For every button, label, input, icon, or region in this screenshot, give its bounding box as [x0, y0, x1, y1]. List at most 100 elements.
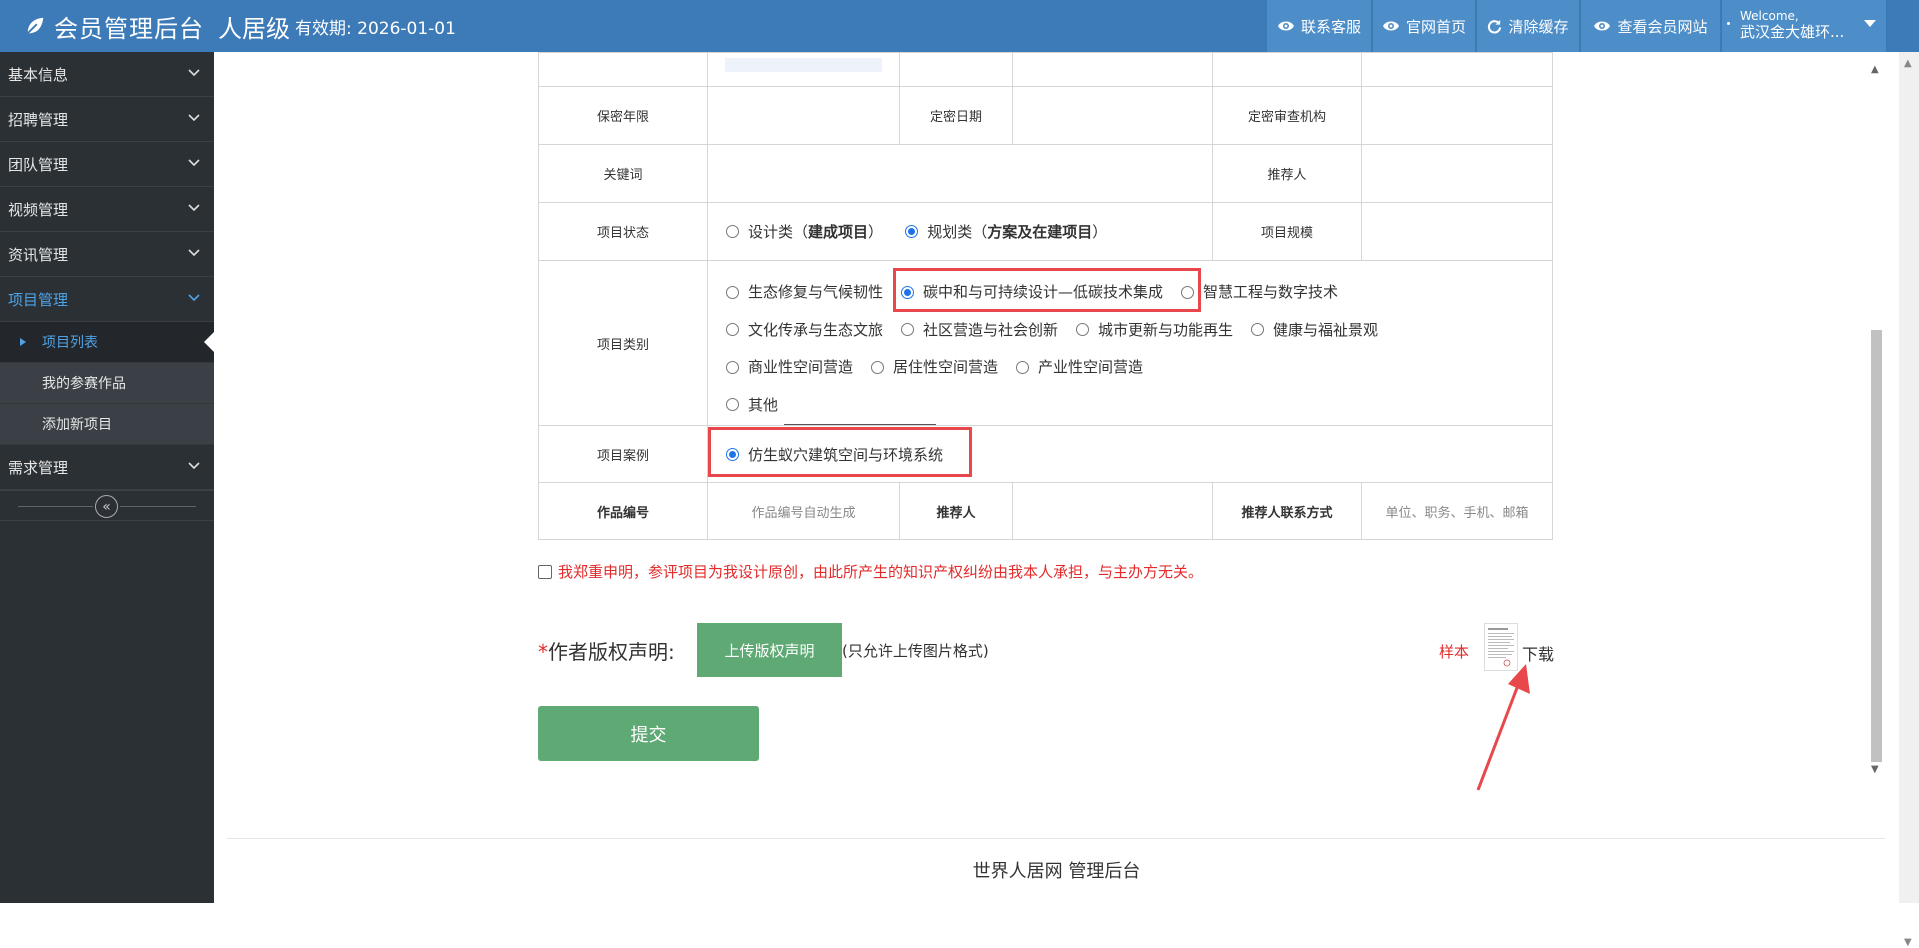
category-radio[interactable]: 居住性空间营造: [871, 350, 998, 384]
highlight-box: [708, 427, 972, 477]
submit-button[interactable]: 提交: [538, 706, 759, 761]
radio-circle: [726, 323, 739, 336]
footer-divider: [227, 838, 1885, 839]
declaration-text: 我郑重申明，参评项目为我设计原创，由此所产生的知识产权纠纷由我本人承担，与主办方…: [558, 563, 1204, 581]
secrecy-years-input[interactable]: [707, 86, 900, 145]
active-notch: [204, 332, 214, 352]
category-radio[interactable]: 城市更新与功能再生: [1076, 313, 1233, 347]
chevron-down-icon: [188, 249, 200, 257]
welcome-text: Welcome,: [1740, 9, 1799, 23]
status-option-paren: ）: [1092, 223, 1108, 241]
keywords-input[interactable]: [707, 144, 1213, 203]
table-cell: [899, 52, 1013, 87]
sample-label: 样本: [1439, 643, 1470, 661]
other-category-input[interactable]: [784, 411, 937, 425]
declaration-row: 我郑重申明，参评项目为我设计原创，由此所产生的知识产权纠纷由我本人承担，与主办方…: [538, 561, 1203, 582]
category-label: 商业性空间营造: [748, 358, 854, 376]
radio-circle: [1076, 323, 1090, 336]
recommender-input-2[interactable]: [1012, 482, 1213, 540]
category-radio[interactable]: 健康与福祉景观: [1251, 313, 1378, 347]
status-radio-design[interactable]: 设计类（ 建成项目）: [726, 221, 883, 242]
status-radio-planning[interactable]: 规划类（ 方案及在建项目）: [905, 221, 1107, 242]
recommender-label: 推荐人: [1212, 144, 1362, 203]
leaf-icon: [27, 17, 44, 34]
eye-icon: [1382, 21, 1399, 31]
sidebar-subitem-label: 我的参赛作品: [42, 376, 126, 392]
upload-copyright-button[interactable]: 上传版权声明: [697, 623, 842, 677]
category-label: 社区营造与社会创新: [923, 320, 1059, 339]
brand[interactable]: 会员管理后台: [24, 0, 204, 52]
radio-circle: [905, 225, 919, 238]
category-radio[interactable]: 商业性空间营造: [726, 350, 853, 384]
scroll-down-icon[interactable]: ▼: [1904, 937, 1912, 948]
footer-text: 世界人居网 管理后台: [972, 861, 1141, 882]
category-label: 健康与福祉景观: [1273, 320, 1379, 339]
sidebar-subitem-my-entries[interactable]: 我的参赛作品: [0, 363, 214, 404]
user-menu[interactable]: Welcome, 武汉金大雄环...: [1721, 0, 1886, 52]
project-scale-input[interactable]: [1361, 202, 1553, 261]
sidebar-item-label: 团队管理: [8, 155, 69, 174]
sidebar-item-team[interactable]: 团队管理: [0, 142, 214, 187]
sidebar-subitem-label: 添加新项目: [42, 417, 112, 433]
review-org-input[interactable]: [1361, 86, 1553, 145]
sidebar-item-label: 招聘管理: [8, 110, 69, 129]
official-site-button[interactable]: 官网首页: [1372, 0, 1475, 52]
table-cell: [1012, 52, 1213, 87]
contact-service-button[interactable]: 联系客服: [1266, 0, 1371, 52]
sidebar-item-video[interactable]: 视频管理: [0, 187, 214, 232]
classified-date-input[interactable]: [1012, 86, 1213, 145]
scroll-down-icon[interactable]: ▼: [1871, 764, 1879, 775]
table-row: 作品编号 作品编号自动生成 推荐人 推荐人联系方式 单位、职务、手机、邮箱: [538, 482, 1553, 540]
declaration-checkbox[interactable]: [538, 564, 552, 579]
sidebar-item-basic-info[interactable]: 基本信息: [0, 52, 214, 97]
validity-date: 有效期: 2026-01-01: [295, 18, 456, 39]
recommender-input[interactable]: [1361, 144, 1553, 203]
sidebar-item-demand[interactable]: 需求管理: [0, 445, 214, 490]
category-radio[interactable]: 生态修复与气候韧性: [726, 275, 883, 309]
collapse-sidebar-button[interactable]: «: [95, 495, 118, 518]
category-label: 文化传承与生态文旅: [748, 320, 884, 339]
copyright-label-text: 作者版权声明:: [548, 640, 675, 664]
chevron-down-icon: [188, 69, 200, 77]
chevron-down-icon: [188, 114, 200, 122]
sidebar-subitem-label: 项目列表: [42, 335, 98, 351]
category-radio[interactable]: 社区营造与社会创新: [901, 313, 1058, 347]
scroll-up-icon[interactable]: ▲: [1904, 58, 1912, 69]
category-radio[interactable]: 产业性空间营造: [1016, 350, 1143, 384]
work-number-input[interactable]: 作品编号自动生成: [707, 482, 900, 540]
status-option-paren: ）: [868, 223, 884, 241]
radio-circle: [871, 360, 885, 374]
status-option-label: 规划类（: [927, 223, 988, 241]
sidebar-item-projects[interactable]: 项目管理: [0, 277, 214, 322]
caret-down-icon: [1864, 20, 1876, 27]
view-member-site-button[interactable]: 查看会员网站: [1580, 0, 1720, 52]
input-field[interactable]: [725, 57, 882, 72]
top-bar: 会员管理后台 人居级 有效期: 2026-01-01 联系客服 官网首页 清除缓…: [0, 0, 1919, 52]
upload-format-note: (只允许上传图片格式): [842, 642, 989, 660]
work-number-label: 作品编号: [538, 482, 708, 540]
recommender-label-2: 推荐人: [899, 482, 1013, 540]
sidebar-item-label: 需求管理: [8, 458, 69, 477]
status-option-emphasis: 方案及在建项目: [987, 223, 1093, 241]
category-radio[interactable]: 智慧工程与数字技术: [1181, 275, 1338, 309]
recommender-contact-input[interactable]: 单位、职务、手机、邮箱: [1361, 482, 1553, 540]
scrollbar-thumb[interactable]: [1871, 330, 1882, 762]
clear-cache-button[interactable]: 清除缓存: [1476, 0, 1579, 52]
brand-title: 会员管理后台: [54, 14, 204, 43]
project-category-label: 项目类别: [538, 260, 708, 426]
scroll-up-icon[interactable]: ▲: [1871, 64, 1879, 75]
sidebar-item-recruitment[interactable]: 招聘管理: [0, 97, 214, 142]
table-row: 保密年限 定密日期 定密审查机构: [538, 86, 1553, 145]
sidebar-subitem-project-list[interactable]: 项目列表: [0, 322, 214, 363]
sidebar-item-news[interactable]: 资讯管理: [0, 232, 214, 277]
page-scrollbar[interactable]: ▲ ▼: [1899, 52, 1919, 948]
radio-circle: [901, 323, 915, 336]
sidebar-subitem-add-project[interactable]: 添加新项目: [0, 404, 214, 445]
category-radio[interactable]: 文化传承与生态文旅: [726, 313, 883, 347]
classified-date-label: 定密日期: [899, 86, 1013, 145]
keywords-label: 关键词: [538, 144, 708, 203]
status-option-label: 设计类（: [748, 223, 809, 241]
eye-icon: [1594, 21, 1611, 31]
category-radio-other[interactable]: 其他: [726, 388, 778, 422]
status-option-emphasis: 建成项目: [808, 223, 869, 241]
